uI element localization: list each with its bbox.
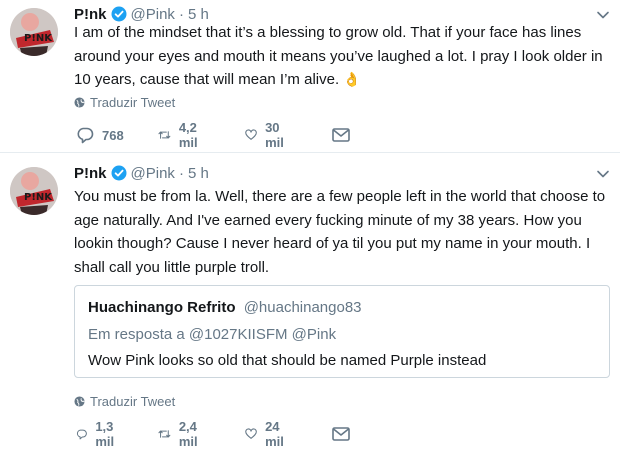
tweet[interactable]: P!NK P!nk @Pink · 5 h You must be from l… (0, 153, 620, 450)
translate-tweet-link[interactable]: Traduzir Tweet (74, 393, 175, 409)
translate-label: Traduzir Tweet (90, 393, 176, 409)
author-name[interactable]: P!nk (74, 165, 107, 182)
avatar[interactable]: P!NK (10, 8, 58, 56)
translate-label: Traduzir Tweet (90, 94, 176, 110)
tweet-text-line: shall call you little purple troll. (74, 258, 270, 276)
reply-count: 768 (102, 127, 124, 143)
like-count: 30 mil (265, 120, 284, 150)
retweet-button[interactable]: 2,4 mil (158, 419, 205, 449)
heart-icon (245, 129, 257, 140)
quoted-author-name: Huachinango Refrito (88, 299, 236, 316)
retweet-count: 4,2 mil (178, 120, 198, 150)
reply-count: 1,3 mil (95, 419, 115, 449)
author-handle[interactable]: @Pink (131, 165, 175, 182)
direct-message-button[interactable] (332, 126, 358, 144)
author-handle[interactable]: @Pink (131, 6, 175, 23)
tweet-text-line: You must be from la. Well, there are a f… (74, 188, 606, 205)
reply-button[interactable]: 768 (76, 126, 124, 144)
quoted-tweet[interactable]: Huachinango Refrito @huachinango83 Em re… (74, 285, 610, 378)
tweet-text-line: age naturally. And I've earned every fuc… (74, 211, 582, 229)
separator-dot: · (178, 164, 184, 182)
globe-icon (74, 96, 85, 108)
avatar[interactable]: P!NK (10, 167, 58, 215)
reply-prefix: Em resposta a (88, 326, 185, 343)
reply-button[interactable]: 1,3 mil (76, 419, 121, 449)
ok-hand-emoji-icon: 👌 (343, 71, 361, 87)
author-name[interactable]: P!nk (74, 6, 107, 23)
heart-icon (245, 428, 257, 439)
reply-mention-2[interactable]: @Pink (292, 326, 336, 343)
tweet-text-line: around your eyes and mouth it means you’… (74, 47, 603, 65)
reply-mention-1[interactable]: @1027KIISFM (189, 326, 288, 343)
like-button[interactable]: 30 mil (245, 120, 290, 150)
tweet-header: P!nk @Pink · 5 h (74, 163, 209, 183)
envelope-icon (332, 427, 350, 441)
reply-icon (76, 429, 87, 439)
tweet-text: I am of the mindset that it’s a blessing… (74, 21, 614, 92)
quoted-tweet-header: Huachinango Refrito @huachinango83 (88, 299, 362, 316)
chevron-down-icon[interactable] (596, 167, 610, 181)
retweet-button[interactable]: 4,2 mil (158, 120, 205, 150)
quoted-reply-context: Em resposta a @1027KIISFM @Pink (88, 326, 336, 343)
reply-icon (77, 127, 94, 143)
verified-badge-icon (111, 6, 127, 22)
chevron-down-icon[interactable] (596, 8, 610, 22)
like-button[interactable]: 24 mil (245, 419, 290, 449)
translate-tweet-link[interactable]: Traduzir Tweet (74, 94, 175, 110)
tweet-timestamp[interactable]: 5 h (188, 165, 209, 182)
envelope-icon (332, 128, 350, 142)
quoted-tweet-text: Wow Pink looks so old that should be nam… (88, 352, 487, 369)
direct-message-button[interactable] (332, 425, 358, 443)
globe-icon (74, 395, 85, 407)
retweet-icon (158, 131, 171, 139)
retweet-icon (158, 430, 171, 438)
tweet-text: You must be from la. Well, there are a f… (74, 185, 614, 279)
tweet[interactable]: P!NK P!nk @Pink · 5 h I am of the mindse… (0, 0, 620, 152)
quoted-author-handle: @huachinango83 (243, 299, 362, 316)
tweet-text-line: I am of the mindset that it’s a blessing… (74, 24, 582, 41)
tweet-timestamp[interactable]: 5 h (188, 6, 209, 23)
retweet-count: 2,4 mil (178, 419, 198, 449)
tweet-text-line: lookin though? Cause I never heard of ya… (74, 235, 591, 252)
separator-dot: · (178, 5, 184, 23)
verified-badge-icon (111, 165, 127, 181)
svg-text:P!NK: P!NK (24, 33, 53, 44)
like-count: 24 mil (265, 419, 284, 449)
tweet-text-line: 10 years, cause that will mean I’m alive… (74, 71, 340, 88)
svg-text:P!NK: P!NK (24, 192, 53, 203)
